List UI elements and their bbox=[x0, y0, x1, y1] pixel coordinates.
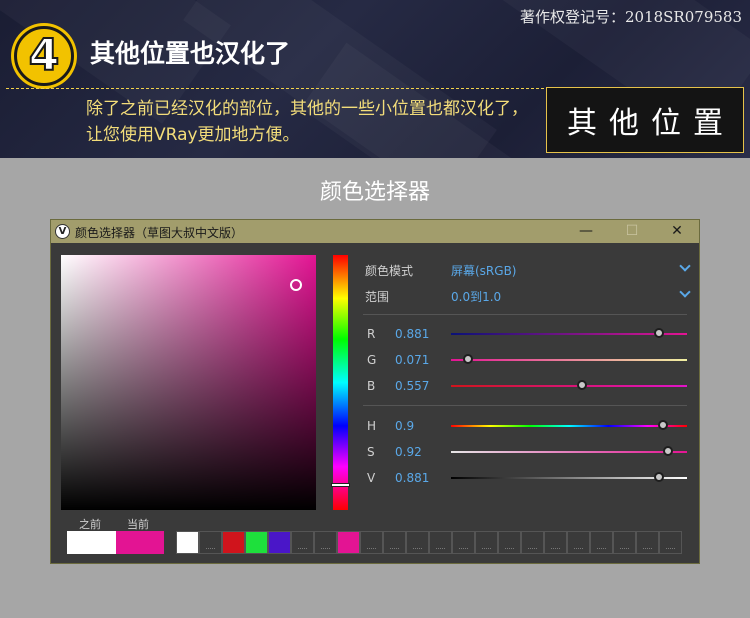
promo-banner: 著作权登记号：2018SR079583 4 其他位置也汉化了 除了之前已经汉化的… bbox=[0, 0, 750, 158]
current-color-label: 当前 bbox=[127, 518, 149, 531]
palette-swatch[interactable] bbox=[613, 531, 636, 554]
minimize-button[interactable]: — bbox=[566, 221, 606, 241]
hue-slider-thumb[interactable] bbox=[658, 420, 669, 430]
range-dropdown[interactable]: 0.0到1.0 bbox=[451, 288, 501, 305]
saturation-value-cursor[interactable] bbox=[289, 279, 302, 292]
saturation-label: S bbox=[367, 445, 375, 459]
value-label: V bbox=[367, 471, 376, 485]
palette-swatch[interactable] bbox=[314, 531, 337, 554]
vray-logo-icon: V bbox=[55, 224, 70, 239]
current-color-swatch[interactable] bbox=[116, 531, 164, 554]
palette-swatch[interactable] bbox=[590, 531, 613, 554]
chevron-down-icon[interactable] bbox=[679, 260, 691, 272]
palette-swatch[interactable] bbox=[475, 531, 498, 554]
palette-swatch[interactable] bbox=[429, 531, 452, 554]
feature-tag: 其他位置 bbox=[546, 87, 744, 153]
range-label: 范围 bbox=[365, 290, 390, 304]
value-slider-track[interactable] bbox=[451, 477, 687, 479]
hue-slider-track[interactable] bbox=[451, 425, 687, 427]
blue-slider-thumb[interactable] bbox=[577, 380, 588, 390]
window-title: 颜色选择器（草图大叔中文版） bbox=[75, 226, 244, 240]
blue-value[interactable]: 0.557 bbox=[395, 379, 429, 393]
step-number-badge: 4 bbox=[14, 26, 74, 86]
palette-swatch[interactable] bbox=[636, 531, 659, 554]
hue-label: H bbox=[367, 419, 377, 433]
green-slider-thumb[interactable] bbox=[462, 354, 473, 364]
green-value[interactable]: 0.071 bbox=[395, 353, 429, 367]
blue-slider-track[interactable] bbox=[451, 385, 687, 387]
palette-swatch[interactable] bbox=[199, 531, 222, 554]
palette-swatch[interactable] bbox=[498, 531, 521, 554]
palette-swatch[interactable] bbox=[222, 531, 245, 554]
red-slider-track[interactable] bbox=[451, 333, 687, 335]
palette-swatch[interactable] bbox=[176, 531, 199, 554]
saturation-slider-track[interactable] bbox=[451, 451, 687, 453]
saturation-value-square[interactable] bbox=[61, 255, 316, 510]
palette-swatch[interactable] bbox=[521, 531, 544, 554]
red-value[interactable]: 0.881 bbox=[395, 327, 429, 341]
green-slider-track[interactable] bbox=[451, 359, 687, 361]
palette-swatch[interactable] bbox=[452, 531, 475, 554]
palette-swatch[interactable] bbox=[406, 531, 429, 554]
hue-value[interactable]: 0.9 bbox=[395, 419, 414, 433]
hue-handle[interactable] bbox=[331, 482, 350, 487]
maximize-button[interactable]: ☐ bbox=[612, 221, 652, 241]
palette-swatch[interactable] bbox=[245, 531, 268, 554]
value-slider-thumb[interactable] bbox=[653, 472, 664, 482]
color-mode-label: 颜色模式 bbox=[365, 264, 414, 278]
section-divider bbox=[363, 405, 687, 406]
palette-swatch[interactable] bbox=[567, 531, 590, 554]
saturation-value[interactable]: 0.92 bbox=[395, 445, 422, 459]
previous-color-swatch[interactable] bbox=[67, 531, 116, 554]
palette-swatch[interactable] bbox=[544, 531, 567, 554]
palette-swatch[interactable] bbox=[291, 531, 314, 554]
saturation-slider-thumb[interactable] bbox=[663, 446, 674, 456]
palette-swatch[interactable] bbox=[337, 531, 360, 554]
red-label: R bbox=[367, 327, 376, 341]
section-divider bbox=[363, 314, 687, 315]
hue-strip[interactable] bbox=[333, 255, 348, 510]
title-bar[interactable]: V 颜色选择器（草图大叔中文版） — ☐ ✕ bbox=[51, 220, 699, 243]
previous-color-label: 之前 bbox=[79, 518, 101, 531]
copyright-notice: 著作权登记号：2018SR079583 bbox=[519, 8, 742, 26]
step-title: 其他位置也汉化了 bbox=[90, 39, 291, 68]
palette-swatch[interactable] bbox=[268, 531, 291, 554]
red-slider-thumb[interactable] bbox=[653, 328, 664, 338]
chevron-down-icon[interactable] bbox=[679, 286, 691, 298]
palette-swatch[interactable] bbox=[383, 531, 406, 554]
color-mode-dropdown[interactable]: 屏幕(sRGB) bbox=[451, 262, 517, 279]
brightness-value[interactable]: 0.881 bbox=[395, 471, 429, 485]
color-picker-window: V 颜色选择器（草图大叔中文版） — ☐ ✕ 颜色模式 屏幕(sRGB) 范围 … bbox=[50, 219, 700, 564]
feature-description: 除了之前已经汉化的部位，其他的一些小位置也都汉化了，让您使用VRay更加地方便。 bbox=[86, 99, 528, 145]
palette-swatch[interactable] bbox=[360, 531, 383, 554]
close-button[interactable]: ✕ bbox=[657, 221, 697, 241]
step-number: 4 bbox=[28, 30, 61, 81]
color-palette bbox=[176, 531, 686, 554]
palette-swatch[interactable] bbox=[659, 531, 682, 554]
green-label: G bbox=[367, 353, 377, 367]
blue-label: B bbox=[367, 379, 376, 393]
section-heading: 颜色选择器 bbox=[319, 180, 430, 205]
